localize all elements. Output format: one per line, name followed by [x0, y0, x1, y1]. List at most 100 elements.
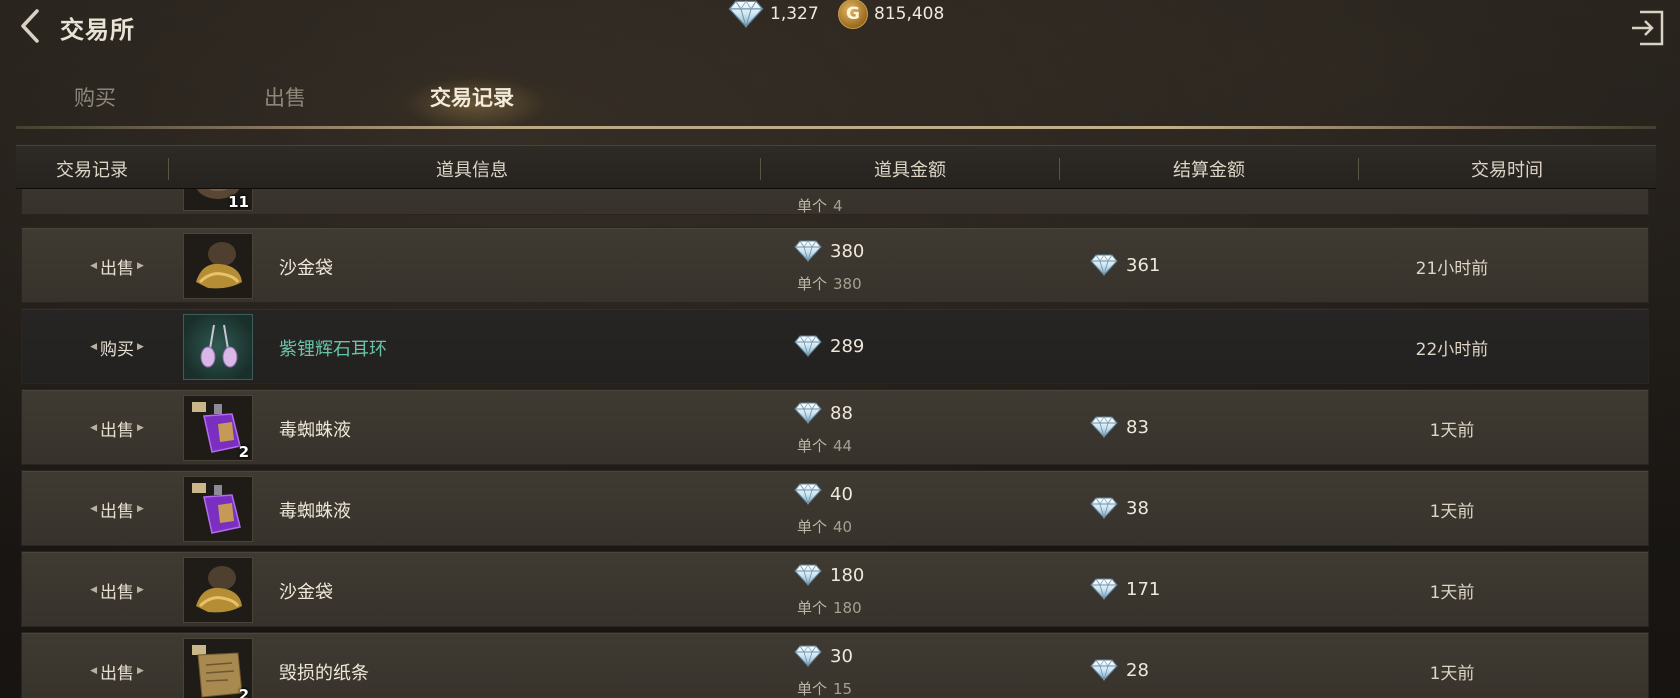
- item-price-value: 30: [830, 645, 853, 667]
- diamond-icon: [1090, 578, 1118, 600]
- unit-label: 单个: [797, 197, 828, 215]
- item-quantity: 2: [238, 686, 249, 698]
- diamond-icon: [794, 240, 822, 262]
- exchange-screen: 交易所 1,327 G 815,408 购买 出售 交易记录 交易记录 道具信息…: [0, 0, 1680, 698]
- item-price-value: 40: [830, 483, 853, 505]
- caret-left-icon: ◀: [90, 423, 97, 433]
- poison-vial-icon: [192, 483, 241, 534]
- item-quantity: 2: [238, 443, 249, 461]
- tab-history[interactable]: 交易记录: [430, 82, 514, 112]
- unit-label: 单个: [797, 680, 828, 698]
- item-name: 紫锂辉石耳环: [279, 339, 387, 360]
- table-row[interactable]: ◀ 出售 ▶ 沙金袋 180 单个 180 171 1天前: [21, 551, 1649, 627]
- transaction-time: 21小时前: [1415, 259, 1489, 279]
- unit-price: 单个 180: [797, 597, 862, 618]
- transaction-type-label: 出售: [100, 258, 134, 279]
- table-row[interactable]: ◀ 出售 ▶ 2 毁损的纸条 30 单个 15 28 1天前: [21, 632, 1649, 698]
- item-price: 88: [794, 402, 853, 424]
- table-row[interactable]: ◀ 购买 ▶ 紫锂辉石耳环 289 22小时前: [21, 308, 1649, 384]
- settlement-amount: 83: [1090, 416, 1149, 438]
- caret-right-icon: ▶: [137, 504, 144, 514]
- diamond-balance: 1,327: [728, 0, 819, 28]
- settlement-value: 83: [1126, 416, 1149, 438]
- transaction-time: 1天前: [1429, 664, 1475, 684]
- transaction-list[interactable]: 11 单个 4 ◀ 出售 ▶ 沙金袋 380 单个 380 361 21小时前 …: [0, 189, 1680, 698]
- item-name: 沙金袋: [279, 258, 333, 279]
- tab-sell[interactable]: 出售: [264, 82, 306, 112]
- page-title: 交易所: [60, 16, 135, 44]
- transaction-type-label: 出售: [100, 420, 134, 441]
- item-price-value: 289: [830, 335, 865, 357]
- settlement-amount: 38: [1090, 497, 1149, 519]
- item-price-value: 88: [830, 402, 853, 424]
- column-header-settle: 结算金额: [1173, 160, 1245, 181]
- item-price: 40: [794, 483, 853, 505]
- item-icon: [183, 476, 253, 542]
- item-icon: [183, 233, 253, 299]
- unit-price: 单个 15: [797, 678, 852, 698]
- table-row-partial[interactable]: 11 单个 4: [21, 189, 1649, 215]
- settlement-value: 38: [1126, 497, 1149, 519]
- transaction-type: ◀ 出售 ▶: [62, 633, 172, 698]
- transaction-type: ◀ 购买 ▶: [62, 309, 172, 385]
- transaction-time: 1天前: [1429, 502, 1475, 522]
- item-icon: [183, 314, 253, 380]
- diamond-icon: [794, 564, 822, 586]
- unit-price: 单个 380: [797, 273, 862, 294]
- transaction-type: ◀ 出售 ▶: [62, 552, 172, 628]
- item-quantity: 11: [228, 193, 249, 211]
- table-row[interactable]: ◀ 出售 ▶ 沙金袋 380 单个 380 361 21小时前: [21, 227, 1649, 303]
- caret-right-icon: ▶: [137, 666, 144, 676]
- unit-price-value: 44: [833, 437, 853, 455]
- unit-label: 单个: [797, 518, 828, 536]
- column-header-price: 道具金额: [874, 160, 946, 181]
- item-icon: 11: [183, 189, 253, 211]
- back-button[interactable]: [14, 6, 46, 46]
- transaction-time: 22小时前: [1415, 340, 1489, 360]
- settlement-amount: 171: [1090, 578, 1160, 600]
- unit-label: 单个: [797, 275, 828, 293]
- settlement-value: 171: [1126, 578, 1161, 600]
- item-price: 289: [794, 335, 864, 357]
- transaction-time: 1天前: [1429, 583, 1475, 603]
- transaction-type: ◀ 出售 ▶: [62, 390, 172, 466]
- table-header: 交易记录 道具信息 道具金额 结算金额 交易时间: [16, 145, 1656, 189]
- unit-price-value: 380: [833, 275, 862, 293]
- diamond-icon: [794, 402, 822, 424]
- exit-icon: [1632, 10, 1664, 46]
- column-header-item: 道具信息: [436, 160, 508, 181]
- diamond-count: 1,327: [770, 4, 819, 24]
- tab-buy[interactable]: 购买: [74, 82, 116, 112]
- settlement-value: 28: [1126, 659, 1149, 681]
- settlement-amount: 28: [1090, 659, 1149, 681]
- diamond-icon: [1090, 497, 1118, 519]
- caret-left-icon: ◀: [90, 342, 97, 352]
- diamond-icon: [1090, 254, 1118, 276]
- unit-price: 单个 44: [797, 435, 852, 456]
- diamond-icon: [1090, 416, 1118, 438]
- exit-button[interactable]: [1630, 8, 1666, 48]
- unit-price-value: 40: [833, 518, 853, 536]
- settlement-value: 361: [1126, 254, 1161, 276]
- item-name: 毁损的纸条: [279, 663, 369, 684]
- unit-label: 单个: [797, 437, 828, 455]
- item-icon: 2: [183, 395, 253, 461]
- transaction-type: ◀ 出售 ▶: [62, 471, 172, 547]
- diamond-icon: [1090, 659, 1118, 681]
- table-row[interactable]: ◀ 出售 ▶ 2 毒蜘蛛液 88 单个 44 83 1天前: [21, 389, 1649, 465]
- diamond-icon: [794, 483, 822, 505]
- tab-bar: 购买 出售 交易记录: [0, 70, 1680, 130]
- chevron-left-icon: [21, 9, 39, 43]
- tab-divider: [16, 126, 1656, 129]
- column-header-type: 交易记录: [56, 160, 128, 181]
- unit-price: 单个 4: [797, 195, 843, 216]
- caret-left-icon: ◀: [90, 261, 97, 271]
- transaction-type-label: 出售: [100, 582, 134, 603]
- unit-price-value: 15: [833, 680, 853, 698]
- transaction-time: 1天前: [1429, 421, 1475, 441]
- item-price-value: 380: [830, 240, 865, 262]
- unit-price-value: 180: [833, 599, 862, 617]
- table-row[interactable]: ◀ 出售 ▶ 毒蜘蛛液 40 单个 40 38 1天前: [21, 470, 1649, 546]
- transaction-type: ◀ 出售 ▶: [62, 228, 172, 304]
- item-icon: [183, 557, 253, 623]
